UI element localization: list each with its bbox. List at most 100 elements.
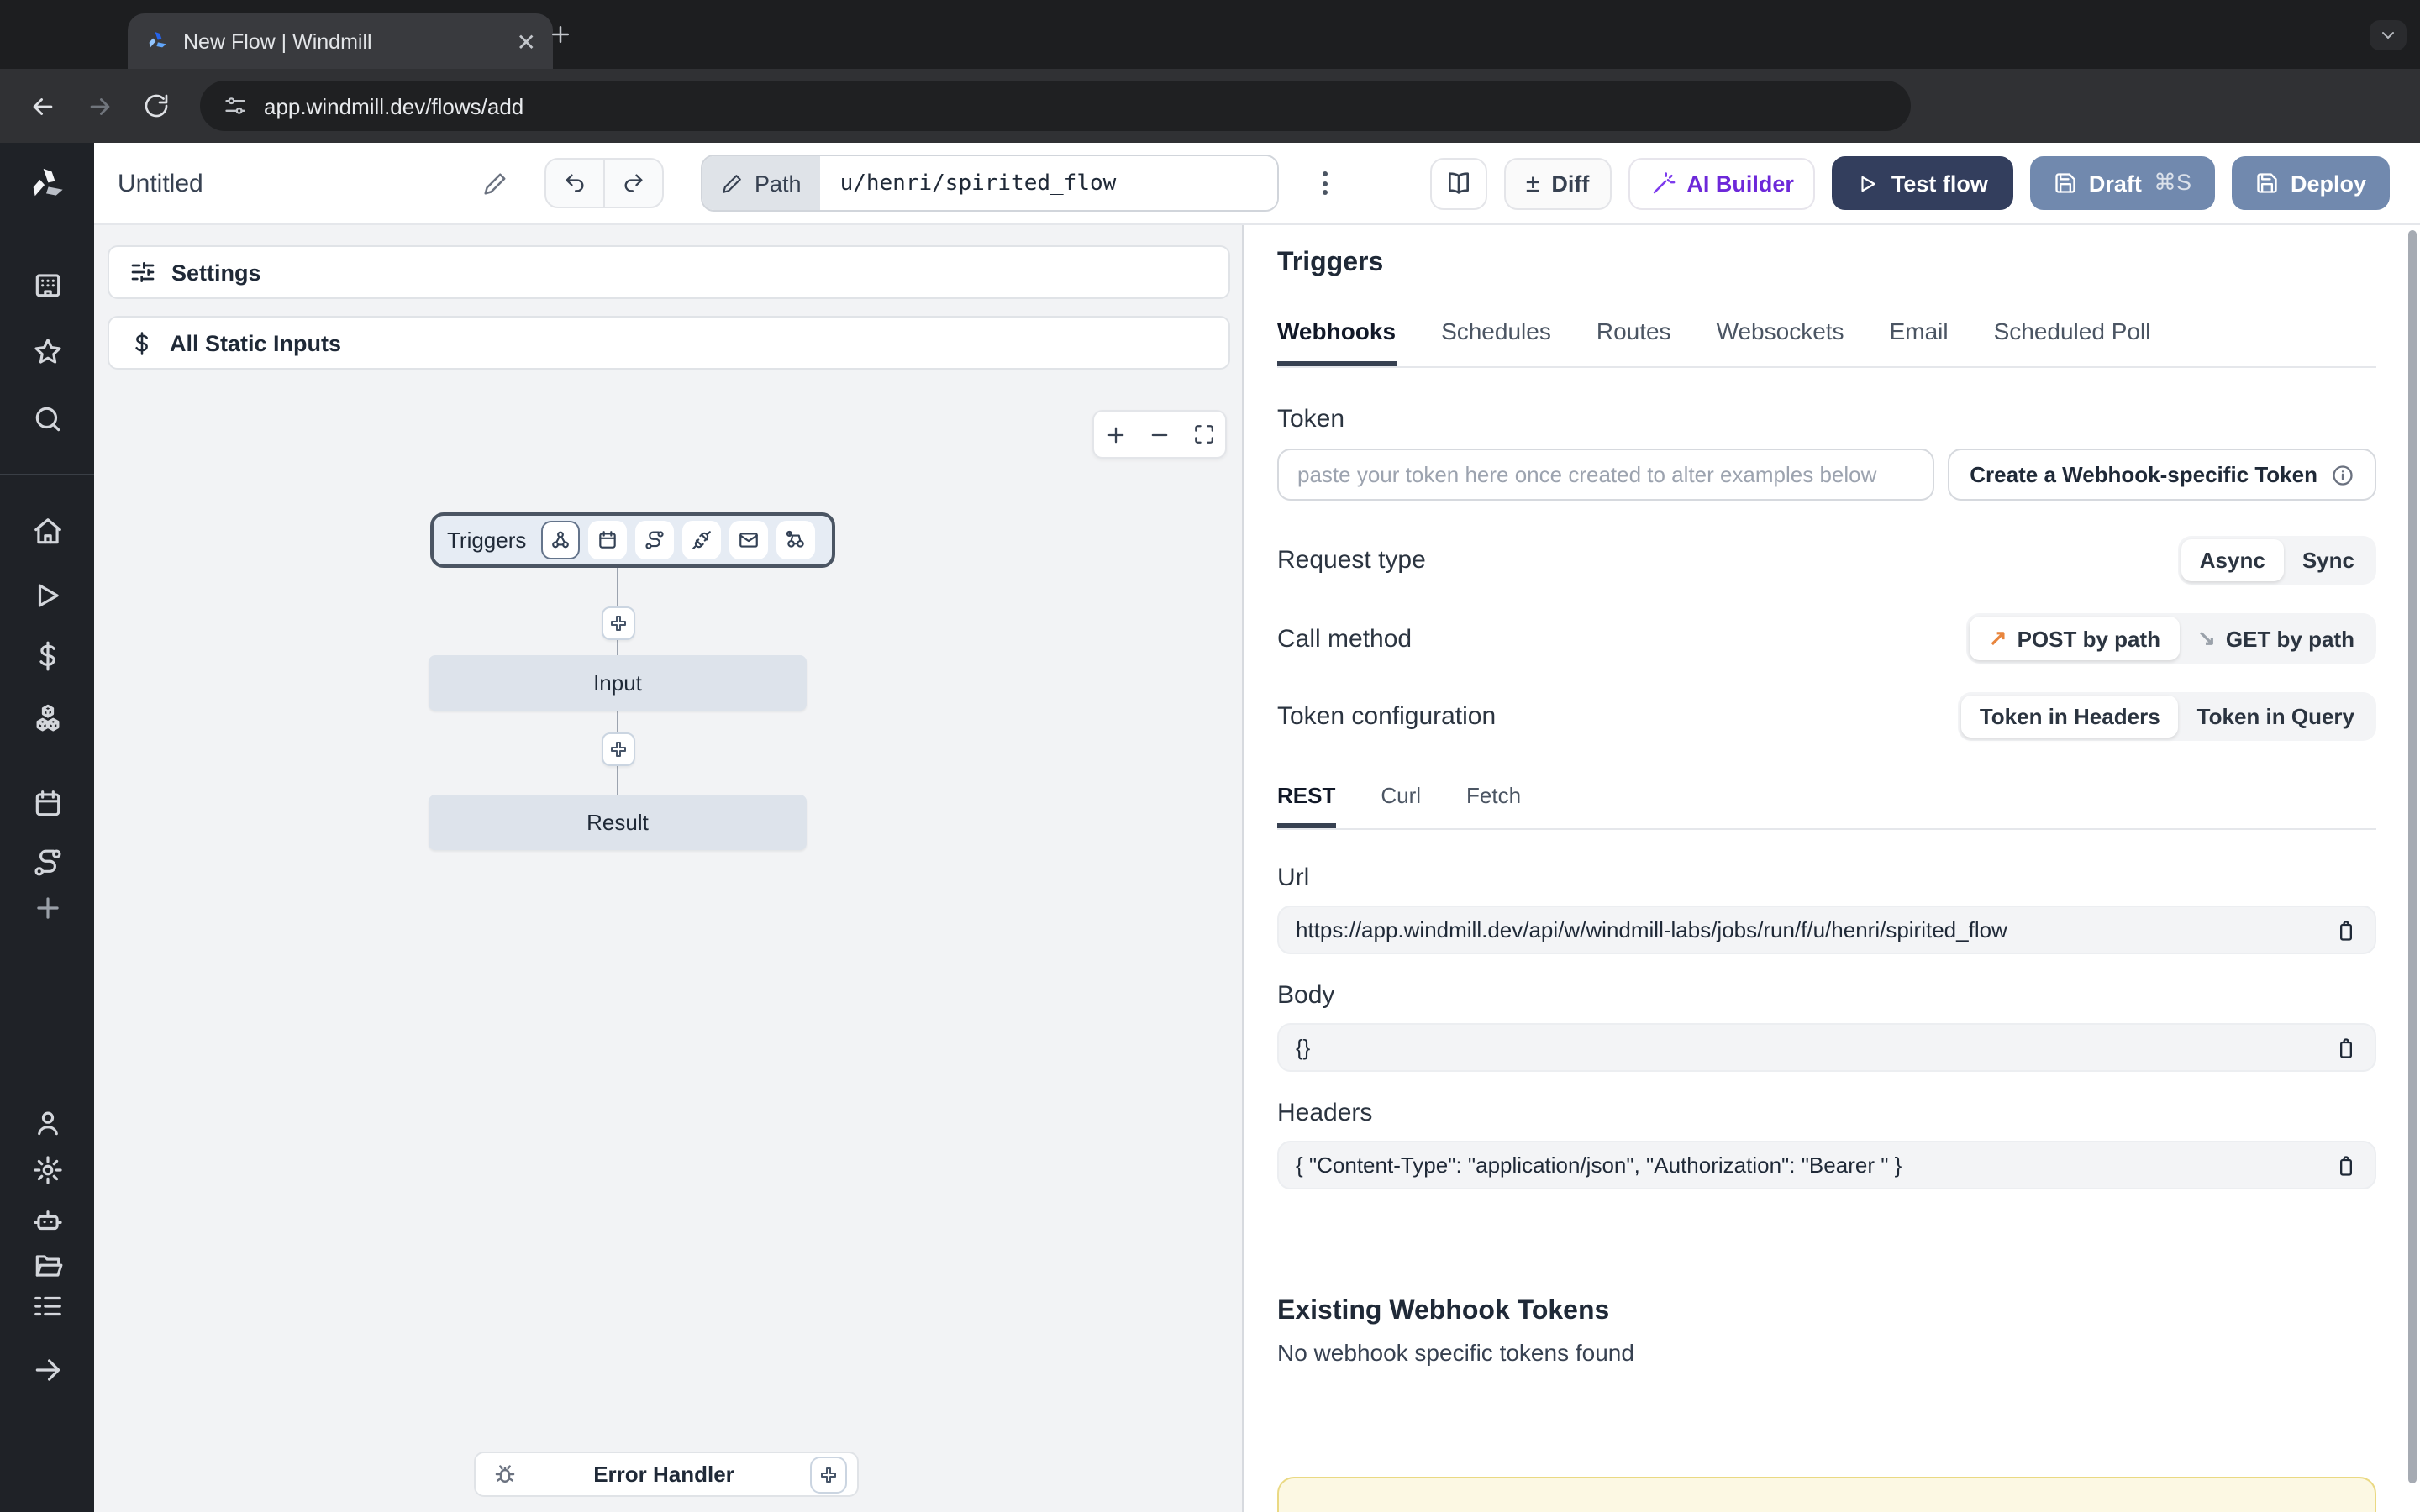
diff-label: Diff xyxy=(1551,171,1589,196)
workspace-icon[interactable] xyxy=(31,269,63,301)
sidebar-add-icon[interactable] xyxy=(31,892,63,924)
schedules-calendar-icon[interactable] xyxy=(31,788,63,820)
browser-tab[interactable]: New Flow | Windmill ✕ xyxy=(128,13,553,69)
redo-button[interactable] xyxy=(605,160,662,207)
browser-tab-strip: New Flow | Windmill ✕ xyxy=(0,0,2420,69)
get-by-path-option[interactable]: ↘ GET by path xyxy=(2179,617,2373,660)
path-input[interactable]: u/henri/spirited_flow xyxy=(820,156,1277,210)
flow-toolbar: Untitled Path u/henri/spirited_flow xyxy=(94,143,2420,225)
forward-icon[interactable] xyxy=(86,92,114,120)
new-tab-icon[interactable] xyxy=(548,22,573,47)
token-input[interactable] xyxy=(1277,449,1934,501)
edit-name-pencil-icon[interactable] xyxy=(482,171,508,196)
flow-name-field[interactable]: Untitled xyxy=(118,169,508,197)
app-sidebar xyxy=(0,143,94,1512)
diff-button[interactable]: ± Diff xyxy=(1504,157,1611,209)
token-in-query-option[interactable]: Token in Query xyxy=(2179,696,2373,738)
folders-icon[interactable] xyxy=(31,1250,63,1282)
settings-gear-icon[interactable] xyxy=(31,1154,63,1186)
more-options-icon[interactable] xyxy=(1316,165,1334,202)
url-bar[interactable]: app.windmill.dev/flows/add xyxy=(200,81,1911,131)
copy-clipboard-icon[interactable] xyxy=(2334,918,2358,942)
windmill-logo[interactable] xyxy=(25,163,69,207)
post-by-path-label: POST by path xyxy=(2018,626,2160,651)
play-icon xyxy=(1858,172,1880,194)
result-node[interactable]: Result xyxy=(429,795,807,850)
expand-sidebar-arrow-icon[interactable] xyxy=(31,1354,63,1386)
url-value: https://app.windmill.dev/api/w/windmill-… xyxy=(1296,917,2321,942)
site-settings-icon[interactable] xyxy=(224,94,247,118)
copy-clipboard-icon[interactable] xyxy=(2334,1153,2358,1177)
async-option[interactable]: Async xyxy=(2181,539,2284,581)
input-node[interactable]: Input xyxy=(429,655,807,711)
copy-clipboard-icon[interactable] xyxy=(2334,1036,2358,1059)
post-by-path-option[interactable]: ↗ POST by path xyxy=(1970,617,2179,660)
token-label: Token xyxy=(1277,405,2376,433)
docs-book-button[interactable] xyxy=(1430,157,1487,209)
add-error-handler-button[interactable] xyxy=(810,1456,847,1493)
favorites-star-icon[interactable] xyxy=(31,336,63,368)
variables-dollar-icon[interactable] xyxy=(31,640,63,672)
undo-button[interactable] xyxy=(546,160,605,207)
path-field-group[interactable]: Path u/henri/spirited_flow xyxy=(701,155,1279,212)
schedule-trigger-icon[interactable] xyxy=(588,521,627,559)
tab-search-chevron-icon[interactable] xyxy=(2370,20,2407,50)
tab-close-icon[interactable]: ✕ xyxy=(517,29,536,53)
sync-option[interactable]: Sync xyxy=(2284,539,2373,581)
back-icon[interactable] xyxy=(29,92,57,120)
zoom-out-icon[interactable] xyxy=(1149,423,1172,446)
deploy-button[interactable]: Deploy xyxy=(2232,156,2390,210)
url-copy-box[interactable]: https://app.windmill.dev/api/w/windmill-… xyxy=(1277,906,2376,954)
tab-fetch[interactable]: Fetch xyxy=(1466,783,1521,828)
user-icon[interactable] xyxy=(31,1107,63,1139)
token-config-toggle: Token in Headers Token in Query xyxy=(1958,692,2376,741)
all-static-inputs-bar[interactable]: All Static Inputs xyxy=(108,316,1230,370)
tab-websockets[interactable]: Websockets xyxy=(1717,318,1844,366)
email-trigger-icon[interactable] xyxy=(729,521,768,559)
tab-routes[interactable]: Routes xyxy=(1597,318,1671,366)
tab-webhooks[interactable]: Webhooks xyxy=(1277,318,1396,366)
get-by-path-label: GET by path xyxy=(2226,626,2354,651)
draft-button[interactable]: Draft ⌘S xyxy=(2030,156,2215,210)
existing-tokens-heading: Existing Webhook Tokens xyxy=(1277,1297,2376,1327)
test-flow-button[interactable]: Test flow xyxy=(1833,156,2013,210)
routes-icon[interactable] xyxy=(31,847,63,879)
headers-copy-box[interactable]: { "Content-Type": "application/json", "A… xyxy=(1277,1141,2376,1189)
websocket-trigger-icon[interactable] xyxy=(682,521,721,559)
runs-play-icon[interactable] xyxy=(31,580,63,612)
tab-title: New Flow | Windmill xyxy=(183,29,503,53)
request-type-toggle: Async Sync xyxy=(2178,536,2376,585)
settings-bar[interactable]: Settings xyxy=(108,245,1230,299)
sliders-icon xyxy=(129,259,156,286)
save-icon xyxy=(2054,171,2077,195)
tab-schedules[interactable]: Schedules xyxy=(1441,318,1551,366)
reload-icon[interactable] xyxy=(143,92,170,119)
test-flow-label: Test flow xyxy=(1891,171,1988,196)
route-trigger-icon[interactable] xyxy=(635,521,674,559)
webhook-trigger-icon[interactable] xyxy=(541,521,580,559)
workers-robot-icon[interactable] xyxy=(31,1205,63,1236)
triggers-node[interactable]: Triggers xyxy=(430,512,835,568)
draft-shortcut: ⌘S xyxy=(2154,170,2191,197)
token-in-headers-option[interactable]: Token in Headers xyxy=(1961,696,2179,738)
search-icon[interactable] xyxy=(31,403,63,435)
panel-scrollbar[interactable] xyxy=(2408,230,2417,1483)
ai-builder-button[interactable]: AI Builder xyxy=(1628,157,1816,209)
zoom-in-icon[interactable] xyxy=(1104,423,1128,446)
tab-scheduled-poll[interactable]: Scheduled Poll xyxy=(1994,318,2151,366)
add-step-button[interactable] xyxy=(602,606,635,640)
tab-rest[interactable]: REST xyxy=(1277,783,1335,828)
home-icon[interactable] xyxy=(31,516,63,548)
add-step-button[interactable] xyxy=(602,732,635,766)
audit-logs-list-icon[interactable] xyxy=(31,1290,63,1322)
tab-email[interactable]: Email xyxy=(1890,318,1949,366)
tab-curl[interactable]: Curl xyxy=(1381,783,1421,828)
body-copy-box[interactable]: {} xyxy=(1277,1023,2376,1072)
error-handler-node[interactable]: Error Handler xyxy=(474,1452,859,1497)
deploy-label: Deploy xyxy=(2291,171,2366,196)
fit-view-icon[interactable] xyxy=(1193,423,1215,445)
plus-minus-icon: ± xyxy=(1526,171,1539,196)
create-webhook-token-button[interactable]: Create a Webhook-specific Token xyxy=(1948,449,2376,501)
scheduled-poll-trigger-icon[interactable] xyxy=(776,521,815,559)
resources-cubes-icon[interactable] xyxy=(31,704,63,736)
